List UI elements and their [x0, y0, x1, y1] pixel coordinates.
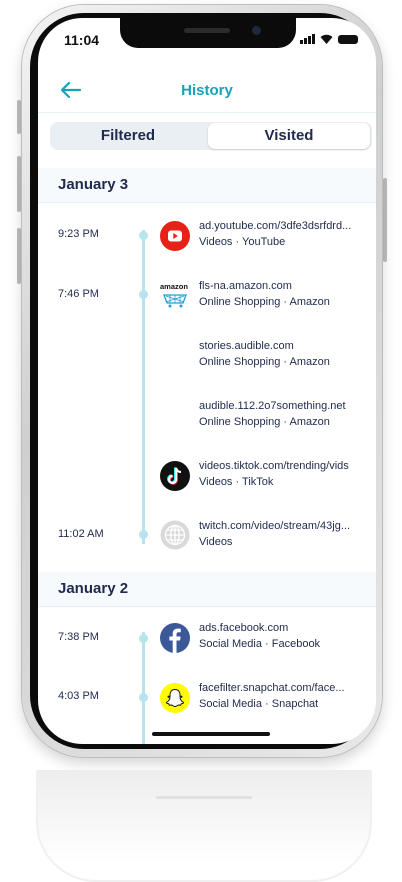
side-button-power: [383, 178, 387, 262]
timeline-line: [142, 632, 145, 744]
entry-url[interactable]: facefilter.snapchat.com/face...: [199, 682, 345, 694]
side-button-mute: [17, 100, 21, 134]
timeline-line: [142, 230, 145, 544]
tiktok-icon: [160, 461, 190, 491]
section-date: January 3: [58, 176, 129, 193]
entry-category: Videos · TikTok: [199, 476, 274, 488]
status-time: 11:04: [64, 32, 100, 48]
navigation-bar: History: [38, 70, 376, 113]
section-date: January 2: [58, 580, 129, 597]
amazon-logo-text: amazon: [160, 282, 188, 291]
entry-category: Online Shopping · Amazon: [199, 356, 330, 368]
entry-url[interactable]: ad.youtube.com/3dfe3dsrfdrd...: [199, 220, 351, 232]
youtube-icon: [160, 221, 190, 251]
wifi-icon: [320, 34, 333, 44]
entry-time: 9:23 PM: [58, 228, 99, 240]
section-header-january-2: January 2: [38, 572, 376, 607]
timeline-dot: [139, 530, 148, 539]
entry-category: Social Media · Snapchat: [199, 698, 319, 710]
entry-category: Online Shopping · Amazon: [199, 296, 330, 308]
page-title: History: [181, 82, 233, 99]
entry-category: Videos · YouTube: [199, 236, 286, 248]
globe-icon: [160, 520, 190, 550]
tab-filtered[interactable]: Filtered: [50, 122, 206, 150]
snapchat-icon: [160, 683, 190, 713]
entry-category: Social Media · Facebook: [199, 638, 321, 650]
entry-url[interactable]: ads.facebook.com: [199, 622, 288, 634]
cellular-signal-icon: [300, 34, 315, 44]
timeline-dot: [139, 290, 148, 299]
entry-category: Online Shopping · Amazon: [199, 416, 330, 428]
front-camera: [252, 26, 261, 35]
entry-time: 7:38 PM: [58, 631, 99, 643]
phone-reflection: [36, 770, 372, 882]
entry-url[interactable]: audible.112.2o7something.net: [199, 400, 346, 412]
entry-category: Videos: [199, 536, 233, 548]
amazon-icon: amazon: [160, 280, 190, 310]
entry-time: 7:46 PM: [58, 288, 99, 300]
timeline-dot: [139, 231, 148, 240]
facebook-icon: [160, 623, 190, 653]
home-indicator[interactable]: [152, 732, 270, 736]
phone-screen: 11:04 History Filtered Visited January 3…: [38, 18, 376, 744]
side-button-volume-up: [17, 156, 21, 212]
status-icons: [300, 33, 358, 44]
reflection-home-indicator: [156, 796, 252, 799]
entry-url[interactable]: twitch.com/video/stream/43jg...: [199, 520, 350, 532]
section-header-january-3: January 3: [38, 168, 376, 203]
entry-url[interactable]: fls-na.amazon.com: [199, 280, 292, 292]
segmented-control: Filtered Visited: [50, 122, 372, 150]
entry-url[interactable]: stories.audible.com: [199, 340, 294, 352]
tab-visited[interactable]: Visited: [208, 123, 370, 149]
battery-icon: [338, 35, 358, 44]
speaker-grille: [184, 28, 230, 33]
notch: [120, 18, 296, 48]
timeline-dot: [139, 634, 148, 643]
side-button-volume-down: [17, 228, 21, 284]
entry-time: 11:02 AM: [58, 528, 104, 540]
entry-url[interactable]: videos.tiktok.com/trending/vids: [199, 460, 349, 472]
entry-time: 4:03 PM: [58, 690, 99, 702]
timeline-dot: [139, 693, 148, 702]
